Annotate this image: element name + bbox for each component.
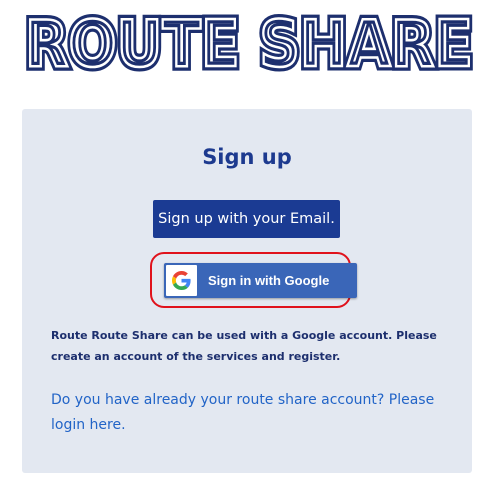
route-share-logo: ROUTE SHARE ROUTE SHARE <box>0 0 498 81</box>
page: ROUTE SHARE ROUTE SHARE Sign up Sign up … <box>0 0 498 487</box>
signup-card: Sign up Sign up with your Email. Sign in… <box>22 109 472 473</box>
logo-text-inline: ROUTE SHARE <box>25 8 473 80</box>
login-link[interactable]: Do you have already your route share acc… <box>51 388 451 438</box>
signup-email-button[interactable]: Sign up with your Email. <box>153 200 340 238</box>
google-logo-box <box>166 265 197 296</box>
page-title: Sign up <box>202 145 292 169</box>
google-signin-label: Sign in with Google <box>208 273 330 288</box>
google-g-icon <box>172 271 191 290</box>
info-text: Route Route Share can be used with a Goo… <box>51 329 437 363</box>
google-signin-button[interactable]: Sign in with Google <box>164 263 357 298</box>
logo-svg: ROUTE SHARE ROUTE SHARE <box>21 4 478 81</box>
